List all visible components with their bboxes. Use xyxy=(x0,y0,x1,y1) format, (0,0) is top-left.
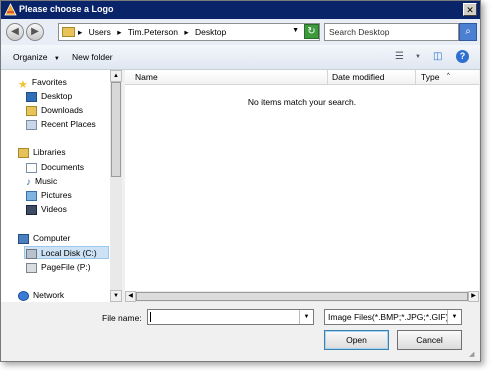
dialog-footer: File name: ▼ Image Files(*.BMP;*.JPG;*.G… xyxy=(1,303,480,361)
back-button[interactable]: ◀ xyxy=(6,23,24,41)
column-name[interactable]: Name xyxy=(135,72,158,82)
nav-label: Libraries xyxy=(33,147,66,157)
nav-label: Network xyxy=(33,290,65,300)
recent-places-icon xyxy=(26,119,37,130)
downloads-icon xyxy=(26,105,37,116)
file-list-scrollbar[interactable]: ◀ ▶ xyxy=(125,291,479,302)
nav-recent-places[interactable]: Recent Places xyxy=(26,119,96,130)
column-date-modified[interactable]: Date modified xyxy=(332,72,384,82)
file-type-dropdown-icon[interactable]: ▼ xyxy=(447,310,461,324)
file-dialog-window: Please choose a Logo ✕ ◀ ▶ ▸ Users ▸ Tim… xyxy=(0,0,481,362)
nav-label: Recent Places xyxy=(41,119,96,129)
help-icon[interactable]: ? xyxy=(456,50,469,63)
nav-desktop[interactable]: Desktop xyxy=(26,91,72,102)
file-name-label: File name: xyxy=(102,313,142,323)
drive-icon xyxy=(26,262,37,273)
nav-favorites[interactable]: ★ Favorites xyxy=(18,77,67,91)
text-caret xyxy=(150,312,151,322)
refresh-button[interactable]: ↻ xyxy=(304,24,319,39)
new-folder-button[interactable]: New folder xyxy=(72,52,113,62)
close-button[interactable]: ✕ xyxy=(463,3,477,16)
scroll-up-icon[interactable]: ▲ xyxy=(110,70,122,82)
scroll-right-icon[interactable]: ▶ xyxy=(468,291,479,302)
file-name-input[interactable]: ▼ xyxy=(147,309,314,325)
preview-pane-icon[interactable]: ◫ xyxy=(433,51,442,62)
file-type-filter[interactable]: Image Files(*.BMP;*.JPG;*.GIF) ▼ xyxy=(324,309,462,325)
organize-caret-icon: ▼ xyxy=(53,56,60,62)
search-placeholder: Search Desktop xyxy=(329,27,390,37)
address-dropdown-icon[interactable]: ▼ xyxy=(292,27,299,34)
videos-icon xyxy=(26,204,37,215)
nav-music[interactable]: ♪ Music xyxy=(26,176,58,188)
empty-message: No items match your search. xyxy=(247,97,357,107)
title-bar[interactable]: Please choose a Logo ✕ xyxy=(1,1,480,19)
file-name-dropdown-icon[interactable]: ▼ xyxy=(299,310,313,324)
breadcrumb-separator[interactable]: ▸ xyxy=(184,27,188,37)
nav-pictures[interactable]: Pictures xyxy=(26,190,72,201)
breadcrumb-user-folder[interactable]: Tim.Peterson xyxy=(128,27,178,37)
breadcrumb-separator[interactable]: ▸ xyxy=(117,27,121,37)
navigation-bar: ◀ ▶ ▸ Users ▸ Tim.Peterson ▸ Desktop ▼ ↻… xyxy=(1,19,480,45)
scroll-thumb[interactable] xyxy=(111,82,121,177)
nav-network[interactable]: Network xyxy=(18,290,64,301)
open-button[interactable]: Open xyxy=(324,330,389,350)
search-input[interactable]: Search Desktop xyxy=(324,23,459,41)
column-headers: Name Date modified Type ^ xyxy=(125,70,479,85)
nav-computer[interactable]: Computer xyxy=(18,233,70,244)
scroll-left-icon[interactable]: ◀ xyxy=(125,291,136,302)
nav-label: Desktop xyxy=(41,91,73,101)
breadcrumb-desktop[interactable]: Desktop xyxy=(195,27,226,37)
music-icon: ♪ xyxy=(26,176,31,188)
views-icon[interactable]: ☰ xyxy=(395,51,404,62)
network-icon xyxy=(18,290,29,301)
forward-button[interactable]: ▶ xyxy=(26,23,44,41)
column-divider[interactable] xyxy=(327,70,328,84)
breadcrumb-users[interactable]: Users xyxy=(89,27,111,37)
cancel-button[interactable]: Cancel xyxy=(397,330,462,350)
nav-libraries[interactable]: Libraries xyxy=(18,147,66,158)
nav-local-disk-c[interactable]: Local Disk (C:) xyxy=(24,246,109,259)
nav-label: Computer xyxy=(33,233,71,243)
navigation-pane-scrollbar[interactable]: ▲ ▼ xyxy=(110,70,122,302)
column-divider[interactable] xyxy=(415,70,416,84)
scroll-down-icon[interactable]: ▼ xyxy=(110,290,122,302)
nav-downloads[interactable]: Downloads xyxy=(26,105,83,116)
nav-videos[interactable]: Videos xyxy=(26,204,67,215)
command-toolbar: Organize ▼ New folder ☰ ▼ ◫ ? xyxy=(1,45,480,70)
search-button[interactable]: ⌕ xyxy=(459,23,477,41)
scroll-thumb[interactable] xyxy=(136,292,468,301)
nav-label: Local Disk (C:) xyxy=(41,248,97,258)
file-list[interactable]: Name Date modified Type ^ No items match… xyxy=(125,70,479,291)
nav-label: PageFile (P:) xyxy=(41,262,91,272)
libraries-icon xyxy=(18,147,29,158)
organize-label: Organize xyxy=(13,52,48,62)
nav-documents[interactable]: Documents xyxy=(26,162,84,173)
computer-icon xyxy=(18,233,29,244)
star-icon: ★ xyxy=(18,78,28,91)
breadcrumb-separator[interactable]: ▸ xyxy=(78,27,82,37)
desktop-icon xyxy=(26,91,37,102)
nav-label: Music xyxy=(35,176,58,186)
organize-button[interactable]: Organize ▼ xyxy=(13,52,60,62)
documents-icon xyxy=(26,162,37,173)
folder-icon xyxy=(62,27,75,37)
nav-pagefile-p[interactable]: PageFile (P:) xyxy=(26,262,91,273)
window-title: Please choose a Logo xyxy=(19,4,114,14)
nav-label: Favorites xyxy=(31,77,67,87)
nav-label: Downloads xyxy=(41,105,84,115)
address-bar[interactable]: ▸ Users ▸ Tim.Peterson ▸ Desktop ▼ xyxy=(58,23,320,41)
nav-label: Documents xyxy=(41,162,84,172)
navigation-pane: ★ Favorites Desktop Downloads Recent Plac… xyxy=(1,70,110,302)
local-disk-icon xyxy=(26,248,37,259)
nav-label: Videos xyxy=(41,204,67,214)
file-type-value: Image Files(*.BMP;*.JPG;*.GIF) xyxy=(328,312,449,322)
column-type[interactable]: Type xyxy=(421,72,439,82)
resize-grip-icon[interactable]: ◢ xyxy=(469,350,478,359)
nav-label: Pictures xyxy=(41,190,72,200)
sort-indicator-icon: ^ xyxy=(447,73,450,79)
breadcrumb: ▸ Users ▸ Tim.Peterson ▸ Desktop xyxy=(78,27,230,38)
views-dropdown-icon[interactable]: ▼ xyxy=(415,54,421,60)
pictures-icon xyxy=(26,190,37,201)
app-logo-icon xyxy=(4,3,17,16)
